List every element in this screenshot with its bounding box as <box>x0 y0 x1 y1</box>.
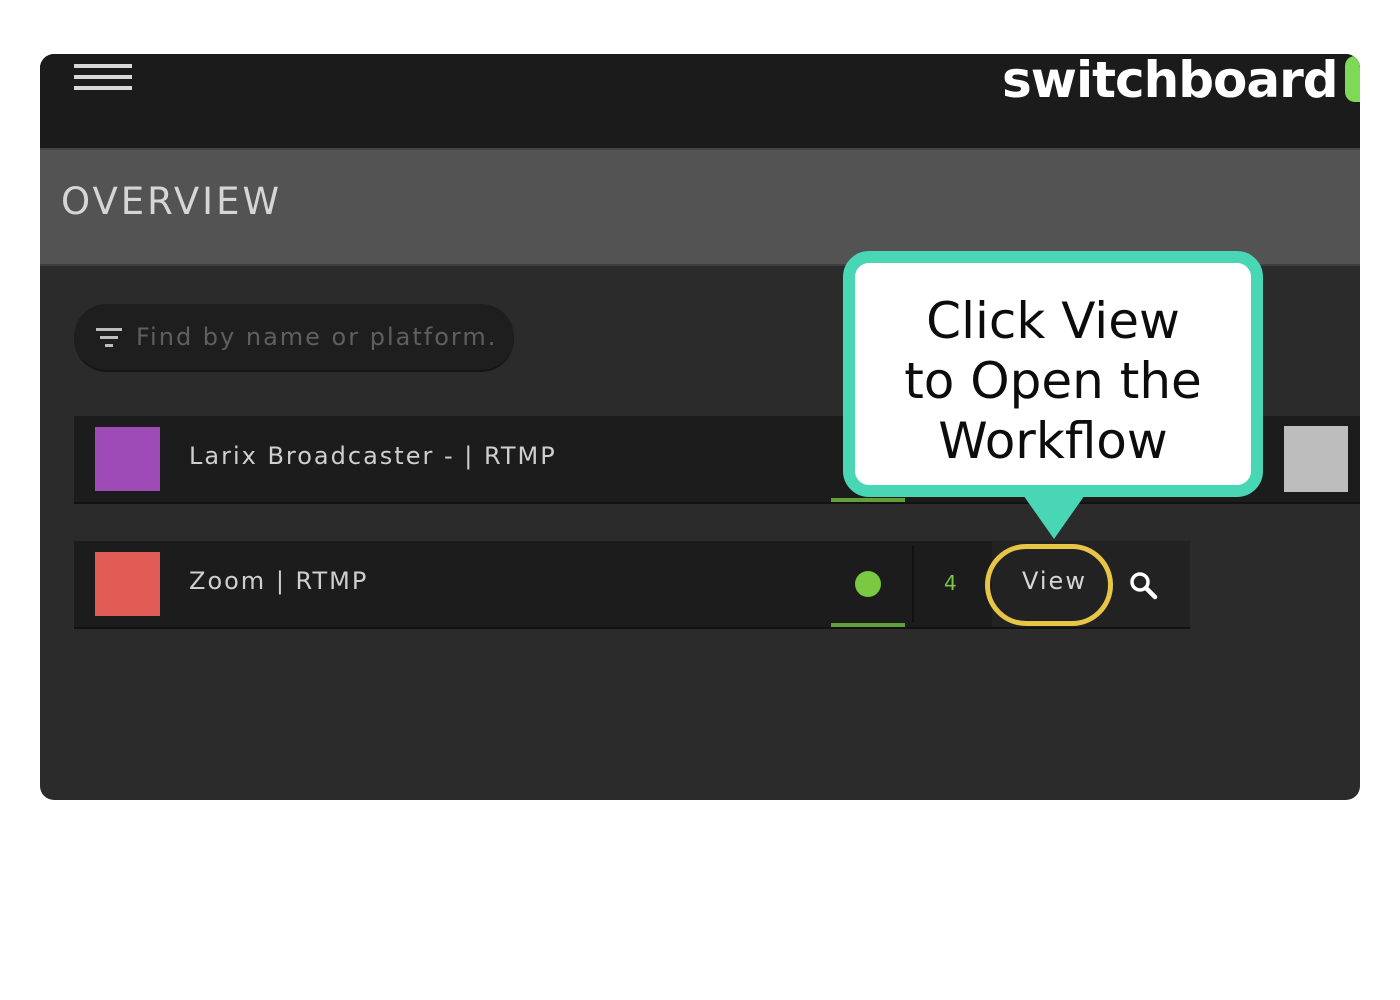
workflow-name: Zoom | RTMP <box>189 567 369 595</box>
top-bar: switchboard <box>40 54 1360 150</box>
callout-tail <box>1021 492 1087 539</box>
status-glow <box>831 498 905 502</box>
count-badge: 4 <box>944 571 957 595</box>
workflow-name: Larix Broadcaster - | RTMP <box>189 442 557 470</box>
callout-line: to Open the <box>904 352 1202 410</box>
callout-line: Click View <box>926 292 1180 350</box>
callout-text: Click View to Open the Workflow <box>855 291 1251 471</box>
status-glow <box>831 623 905 627</box>
search-icon[interactable] <box>1128 570 1158 600</box>
page-title: OVERVIEW <box>61 180 283 223</box>
gray-button[interactable] <box>1284 426 1348 492</box>
callout-line: Workflow <box>938 412 1168 470</box>
instruction-callout: Click View to Open the Workflow <box>843 251 1263 497</box>
search-box[interactable] <box>74 304 514 372</box>
brand-logo: switchboard <box>1002 54 1339 109</box>
color-swatch <box>95 552 160 616</box>
highlight-ring <box>985 544 1113 626</box>
title-bar: OVERVIEW <box>40 150 1360 266</box>
menu-icon[interactable] <box>74 64 134 96</box>
logo-mark-icon <box>1345 56 1360 102</box>
search-input[interactable] <box>134 316 498 358</box>
status-dot-icon <box>855 571 881 597</box>
divider <box>912 545 914 623</box>
filter-icon <box>96 328 122 348</box>
color-swatch <box>95 427 160 491</box>
